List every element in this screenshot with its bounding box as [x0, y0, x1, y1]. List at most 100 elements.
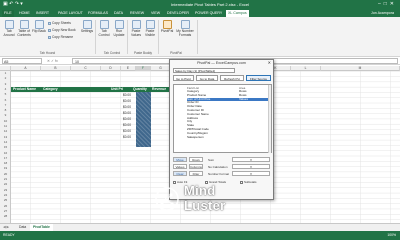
unit-price-cell[interactable]: $0.00 — [123, 111, 131, 115]
unit-price-cell[interactable]: $0.00 — [123, 93, 131, 97]
row-number[interactable]: 14 — [0, 140, 11, 144]
number-format-dropdown[interactable]: ▾ — [232, 171, 270, 176]
columns-button[interactable]: Columns — [189, 164, 203, 169]
row-number[interactable]: 17 — [0, 156, 11, 160]
unit-price-cell[interactable]: $0.00 — [123, 117, 131, 121]
show-values-dropdown[interactable]: ▾ — [232, 164, 270, 169]
number-format-icon — [180, 20, 190, 29]
row-number[interactable]: 9 — [0, 113, 11, 117]
ribbon: Tab Around Table of Contents Flip Back C… — [0, 17, 400, 57]
row-number[interactable]: 2 — [0, 76, 11, 80]
row-number[interactable]: 19 — [0, 166, 11, 170]
row-number[interactable]: 8 — [0, 108, 11, 112]
pivot-header-product-name[interactable]: Product Name — [13, 87, 36, 92]
tab-around-button[interactable]: Tab Around — [2, 20, 16, 37]
pivotpal-button[interactable]: PivotPal — [160, 20, 174, 34]
zoom-level[interactable]: 100% — [387, 233, 396, 237]
sheet-tab-data[interactable]: Data — [16, 225, 29, 229]
go-to-pivot-button[interactable]: Go to Pivot — [173, 75, 194, 81]
row-number[interactable]: 16 — [0, 151, 11, 155]
field-list[interactable]: Field List Area Category Rows Product Nam… — [173, 84, 272, 153]
tab-data[interactable]: DATA — [112, 10, 125, 17]
unit-price-cell[interactable]: $0.00 — [123, 129, 131, 133]
tab-developer[interactable]: DEVELOPER — [165, 10, 191, 17]
tab-review[interactable]: REVIEW — [128, 10, 146, 17]
field-item[interactable]: Salesperson — [187, 135, 271, 140]
copy-rename-button[interactable]: Copy Rename — [48, 35, 73, 39]
row-number[interactable]: 27 — [0, 209, 11, 213]
sheet-tab-pivottable[interactable]: PivotTable — [30, 224, 53, 231]
paste-values-button[interactable]: Paste Values — [129, 20, 143, 37]
pivot-select-combo[interactable]: Sales by Day (1) [PivotTable1] — [173, 68, 235, 73]
pivot-header-category[interactable]: Category — [43, 87, 58, 92]
quick-access-toolbar[interactable]: ▣ ↶ ↷ ▾ — [3, 1, 23, 7]
title-bar: ▣ ↶ ↷ ▾ Intermediate Pivot Tables Part 2… — [0, 0, 400, 9]
filter-source-button[interactable]: Filter Source — [246, 75, 271, 81]
row-number[interactable]: 15 — [0, 145, 11, 149]
tab-control-button[interactable]: Tab Control — [97, 20, 111, 37]
row-number[interactable]: 28 — [0, 214, 11, 218]
unit-price-cell[interactable]: $0.00 — [123, 123, 131, 127]
tab-page-layout[interactable]: PAGE LAYOUT — [56, 10, 85, 17]
unit-price-cell[interactable]: $0.00 — [123, 105, 131, 109]
pivot-header-unit-price[interactable]: Unit Pri — [111, 87, 123, 92]
row-number[interactable]: 24 — [0, 193, 11, 197]
paste-visible-button[interactable]: Paste Visible — [143, 20, 157, 37]
tab-view[interactable]: VIEW — [149, 10, 162, 17]
close-icon[interactable]: ✕ — [268, 60, 271, 66]
unit-price-cell[interactable]: $0.00 — [123, 135, 131, 139]
tab-insert[interactable]: INSERT — [34, 10, 51, 17]
settings-button[interactable]: Settings — [80, 20, 94, 34]
copy-rename-icon — [48, 35, 51, 39]
rows-button[interactable]: Rows — [189, 157, 203, 162]
sheet-nav-arrows[interactable]: ◀ ▶ — [3, 225, 9, 229]
table-of-contents-icon — [19, 20, 29, 29]
row-number[interactable]: 4 — [0, 87, 11, 91]
filter-button[interactable]: Filter — [189, 171, 203, 176]
name-box[interactable]: A5 — [2, 58, 42, 64]
clear-button[interactable]: Clear — [173, 171, 187, 176]
close-icon[interactable]: ✕ — [390, 1, 397, 7]
row-number[interactable]: 3 — [0, 82, 11, 86]
status-bar: READY 100% — [0, 231, 400, 240]
row-number[interactable]: 6 — [0, 98, 11, 102]
row-number[interactable]: 22 — [0, 182, 11, 186]
go-to-data-button[interactable]: Go to Data — [196, 75, 218, 81]
table-of-contents-button[interactable]: Table of Contents — [17, 20, 31, 37]
row-number[interactable]: 21 — [0, 177, 11, 181]
tab-file[interactable]: FILE — [2, 10, 14, 17]
copy-sheets-button[interactable]: Copy Sheets — [48, 21, 71, 25]
pivot-header-revenue[interactable]: Revenue — [152, 87, 166, 92]
move-button[interactable]: Move — [173, 157, 187, 162]
paste-visible-icon — [145, 20, 155, 29]
flip-back-button[interactable]: Flip Back — [32, 20, 46, 34]
row-number[interactable]: 18 — [0, 161, 11, 165]
tab-xl-campus[interactable]: XL Campus — [226, 10, 249, 17]
tab-formulas[interactable]: FORMULAS — [86, 10, 110, 17]
row-number[interactable]: 25 — [0, 198, 11, 202]
user-name[interactable]: Jon Acampora — [371, 10, 394, 17]
list-scrollbar[interactable] — [268, 85, 271, 153]
row-number[interactable]: 11 — [0, 124, 11, 128]
summarize-dropdown[interactable]: ▾ — [232, 157, 270, 162]
run-update-button[interactable]: Run Update — [112, 20, 126, 37]
row-number[interactable]: 5 — [0, 92, 11, 96]
paste-values-icon — [131, 20, 141, 29]
row-number[interactable]: 1 — [0, 71, 11, 75]
copy-new-book-button[interactable]: Copy New Book — [48, 28, 76, 32]
tab-home[interactable]: HOME — [17, 10, 32, 17]
unit-price-cell[interactable]: $0.00 — [123, 99, 131, 103]
values-button[interactable]: Values — [173, 164, 187, 169]
tab-power-query[interactable]: POWER QUERY — [193, 10, 224, 17]
row-number[interactable]: 12 — [0, 129, 11, 133]
row-number[interactable]: 13 — [0, 135, 11, 139]
refresh-pivot-button[interactable]: Refresh Pvt — [220, 75, 244, 81]
row-number[interactable]: 10 — [0, 119, 11, 123]
window-controls[interactable]: –□✕ — [378, 1, 397, 7]
sheet-tabs: ◀ ▶ Data PivotTable — [0, 223, 400, 231]
row-number[interactable]: 23 — [0, 188, 11, 192]
row-number[interactable]: 7 — [0, 103, 11, 107]
row-number[interactable]: 20 — [0, 172, 11, 176]
my-number-formats-button[interactable]: My Number Formats — [175, 20, 195, 37]
row-number[interactable]: 26 — [0, 204, 11, 208]
